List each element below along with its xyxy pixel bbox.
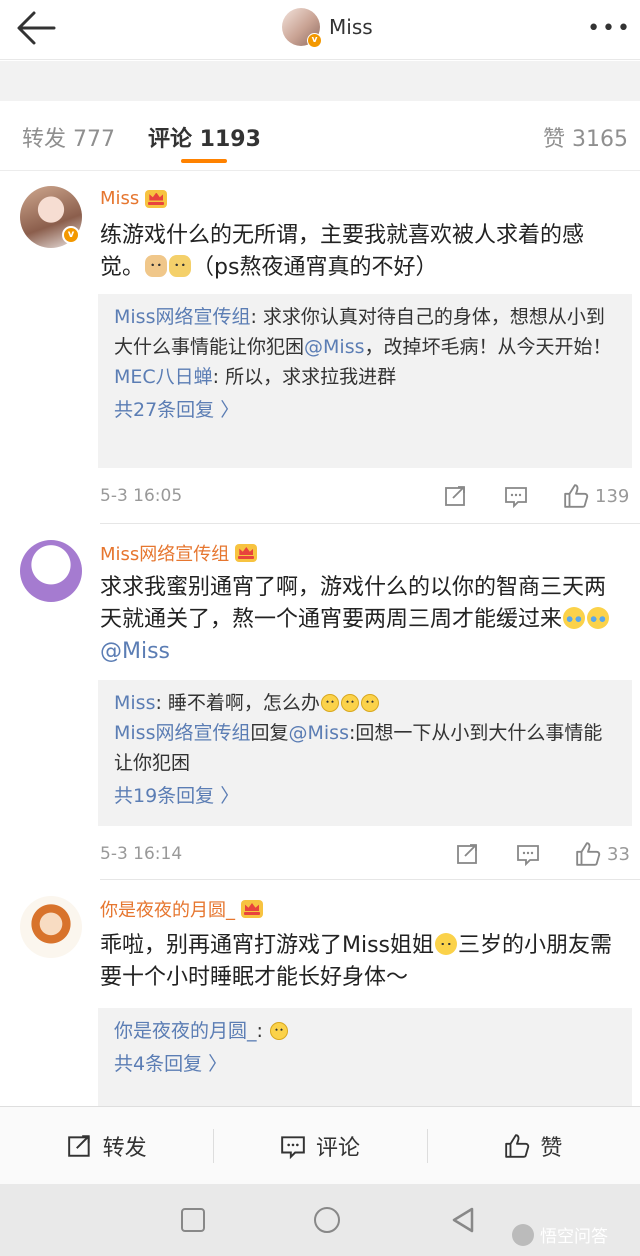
watermark-logo-icon	[512, 1223, 534, 1246]
mention-link[interactable]: @Miss	[100, 639, 170, 664]
comment-item: Miss网络宣传组 求求我蜜别通宵了啊，游戏什么的以你的智商三天两天就通关了，熬…	[0, 524, 640, 880]
bottom-action-bar: 转发 评论 赞	[0, 1106, 640, 1184]
reply-item: 你是夜夜的月圆_:	[114, 1016, 616, 1046]
like-button[interactable]: 赞	[426, 1107, 640, 1184]
avatar[interactable]	[20, 896, 82, 958]
crying-emoji-icon	[563, 607, 586, 629]
title-area[interactable]: v Miss	[282, 7, 373, 48]
thumb-up-icon	[576, 842, 601, 866]
reply-item: Miss网络宣传组: 求求你认真对待自己的身体，想想从小到大什么事情能让你犯困@…	[114, 306, 612, 358]
comment-icon[interactable]	[516, 840, 540, 868]
more-replies-link[interactable]: 共27条回复 〉	[114, 392, 616, 428]
like-button[interactable]: 33	[575, 840, 630, 868]
comment-item: 你是夜夜的月圆_ 乖啦，别再通宵打游戏了Miss姐姐 三岁的小朋友需要十个小时睡眠…	[0, 880, 640, 1106]
reply-item: Miss网络宣传组回复@Miss:回想一下从小到大什么事情能让你犯困	[114, 722, 603, 774]
thumb-up-icon	[505, 1133, 530, 1158]
crown-badge-icon	[145, 189, 168, 208]
sad-emoji-icon	[269, 1022, 288, 1040]
comment-time: 5-3 16:14	[100, 844, 183, 864]
comment-text: 练游戏什么的无所谓，主要我就喜欢被人求着的感觉。 （ps熬夜通宵真的不好）	[100, 223, 585, 280]
verified-badge-icon: v	[62, 226, 80, 244]
tab-like[interactable]: 赞 3165	[543, 121, 628, 153]
avatar[interactable]	[20, 540, 82, 602]
back-triangle-icon[interactable]	[450, 1206, 476, 1234]
reply-box: 你是夜夜的月圆_: 共4条回复 〉	[98, 1008, 632, 1106]
repost-icon	[67, 1134, 90, 1157]
like-count: 33	[607, 843, 630, 865]
tab-active-indicator	[181, 159, 227, 163]
verified-badge-icon: v	[307, 33, 322, 48]
comment-time: 5-3 16:05	[100, 486, 183, 506]
more-dots-icon[interactable]: •••	[587, 16, 632, 41]
comment-text: 求求我蜜别通宵了啊，游戏什么的以你的智商三天两天就通关了，熬一个通宵要两周三周才…	[100, 572, 624, 668]
more-replies-link[interactable]: 共19条回复 〉	[114, 778, 616, 814]
crown-badge-icon	[241, 900, 263, 918]
like-count: 139	[595, 485, 630, 507]
divider	[0, 61, 640, 101]
repost-icon[interactable]	[456, 840, 480, 868]
comment-item: v Miss 练游戏什么的无所谓，主要我就喜欢被人求着的感觉。 （ps熬夜通宵真的…	[0, 172, 640, 524]
mention-link[interactable]: @Miss	[289, 722, 349, 744]
reply-author[interactable]: Miss网络宣传组	[114, 722, 250, 744]
comment-icon[interactable]	[504, 482, 528, 510]
reply-author[interactable]: MEC八日蝉	[114, 366, 213, 388]
comment-author[interactable]: Miss网络宣传组	[100, 540, 258, 566]
home-square-icon[interactable]	[181, 1208, 205, 1232]
crown-badge-icon	[235, 544, 258, 562]
reply-author[interactable]: Miss	[114, 692, 155, 714]
page-title: Miss	[329, 15, 373, 39]
mention-link[interactable]: @Miss	[304, 336, 364, 358]
back-arrow-icon[interactable]	[14, 8, 58, 48]
comment-author[interactable]: Miss	[100, 188, 168, 209]
sad-emoji-icon	[360, 694, 379, 712]
crying-emoji-icon	[587, 607, 610, 629]
repost-icon[interactable]	[444, 482, 468, 510]
home-circle-icon[interactable]	[314, 1207, 340, 1233]
reply-box: Miss网络宣传组: 求求你认真对待自己的身体，想想从小到大什么事情能让你犯困@…	[98, 294, 632, 468]
tab-bar: 转发 777 评论 1193 赞 3165	[0, 101, 640, 171]
cat-emoji-icon	[145, 255, 168, 277]
avatar[interactable]: v	[282, 8, 322, 48]
tab-comment[interactable]: 评论 1193	[148, 121, 261, 153]
reply-author[interactable]: Miss网络宣传组	[114, 306, 250, 328]
comment-button[interactable]: 评论	[213, 1107, 426, 1184]
reply-author[interactable]: 你是夜夜的月圆_	[114, 1020, 257, 1042]
watermark: 悟空问答	[512, 1222, 608, 1247]
comment-author[interactable]: 你是夜夜的月圆_	[100, 896, 263, 922]
tab-repost[interactable]: 转发 777	[22, 121, 115, 153]
reply-item: Miss: 睡不着啊，怎么办	[114, 688, 616, 718]
top-bar: v Miss •••	[0, 0, 640, 60]
comment-icon	[281, 1135, 305, 1159]
worried-emoji-icon	[435, 933, 458, 955]
sad-emoji-icon	[340, 694, 359, 712]
repost-button[interactable]: 转发	[0, 1107, 213, 1184]
thumb-up-icon	[564, 484, 589, 508]
comment-text: 乖啦，别再通宵打游戏了Miss姐姐 三岁的小朋友需要十个小时睡眠才能长好身体～	[100, 933, 613, 990]
more-replies-link[interactable]: 共4条回复 〉	[114, 1046, 616, 1082]
dog-emoji-icon	[169, 255, 192, 277]
like-button[interactable]: 139	[563, 482, 629, 510]
sad-emoji-icon	[320, 694, 339, 712]
reply-item: MEC八日蝉: 所以，求求拉我进群	[114, 366, 397, 388]
reply-box: Miss: 睡不着啊，怎么办 Miss网络宣传组回复@Miss:回想一下从小到大…	[98, 680, 632, 826]
